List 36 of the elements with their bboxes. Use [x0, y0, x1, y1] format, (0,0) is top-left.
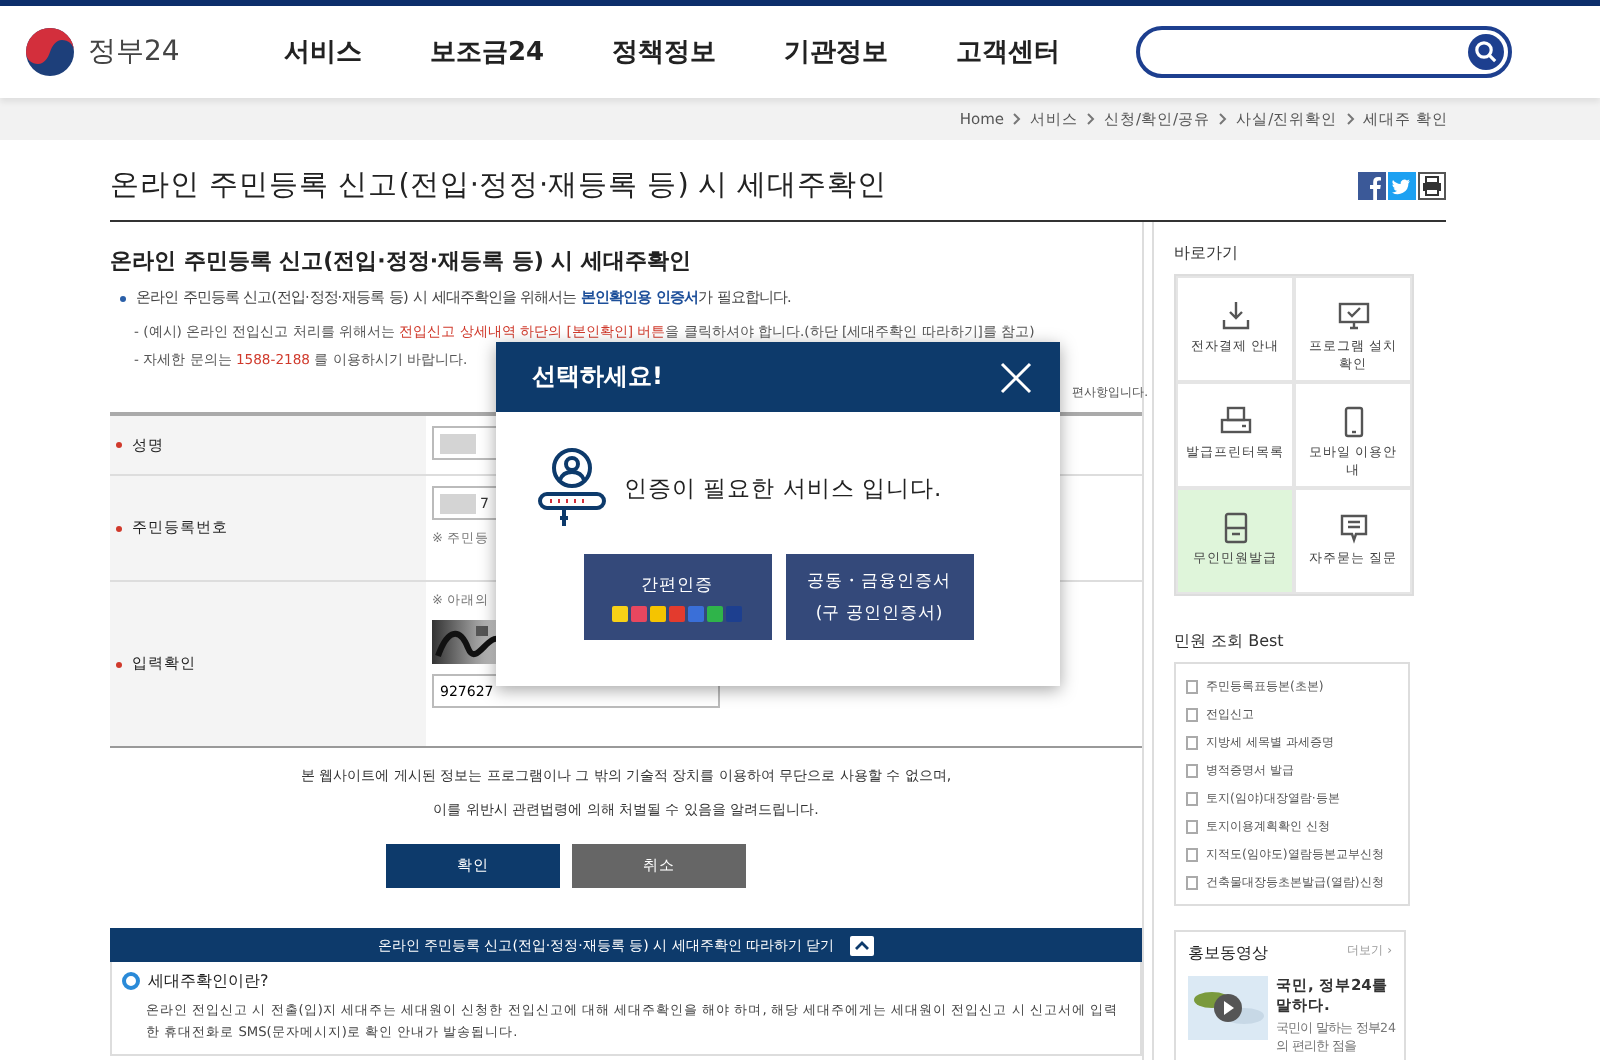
- name-field[interactable]: [432, 426, 500, 460]
- print-icon[interactable]: [1418, 171, 1446, 199]
- chevron-icon: [1012, 112, 1023, 126]
- nav-link[interactable]: 보조금24: [430, 34, 545, 70]
- logo-text[interactable]: 정부24: [88, 34, 180, 70]
- close-icon[interactable]: [1000, 361, 1032, 393]
- download-icon: [1219, 300, 1251, 332]
- dialog-message: 인증이 필요한 서비스 입니다.: [624, 473, 942, 503]
- page-title: 온라인 주민등록 신고(전입·정정·재등록 등) 시 세대주확인: [110, 168, 888, 204]
- kiosk-icon: [1219, 512, 1251, 544]
- nav-link[interactable]: 고객센터: [956, 34, 1061, 70]
- nav-link[interactable]: 기관정보: [784, 34, 889, 70]
- chat-icon: [1337, 512, 1369, 544]
- search-field[interactable]: [1136, 26, 1512, 78]
- guide-title: 세대주확인이란?: [148, 970, 269, 992]
- nav-link[interactable]: 서비스: [284, 34, 362, 70]
- search-icon[interactable]: [1468, 34, 1504, 70]
- logo-icon: [24, 26, 76, 78]
- user-password-icon: [536, 446, 608, 530]
- dialog-title: 선택하세요!: [532, 360, 663, 394]
- facebook-icon[interactable]: [1358, 171, 1386, 199]
- chevron-icon: [1086, 112, 1097, 126]
- chevron-icon: [1345, 112, 1356, 126]
- simple-auth-button[interactable]: 간편인증: [583, 554, 771, 640]
- section-title: 온라인 주민등록 신고(전입·정정·재등록 등) 시 세대주확인: [110, 246, 694, 276]
- sidebar-title: 민원 조회 Best: [1174, 630, 1286, 652]
- app-logos-icon: [611, 605, 743, 621]
- nav-link[interactable]: 정책정보: [612, 34, 717, 70]
- printer-icon: [1219, 406, 1251, 438]
- certificate-button[interactable]: 공동・금융인증서 (구 공인인증서): [785, 554, 973, 640]
- monitor-icon: [1337, 300, 1369, 332]
- chevron-icon: [1218, 112, 1229, 126]
- collapse-icon[interactable]: [850, 935, 875, 955]
- promo-title: 홍보동영상: [1188, 942, 1268, 964]
- bullet-icon: [122, 972, 140, 990]
- sidebar-title: 바로가기: [1174, 242, 1240, 264]
